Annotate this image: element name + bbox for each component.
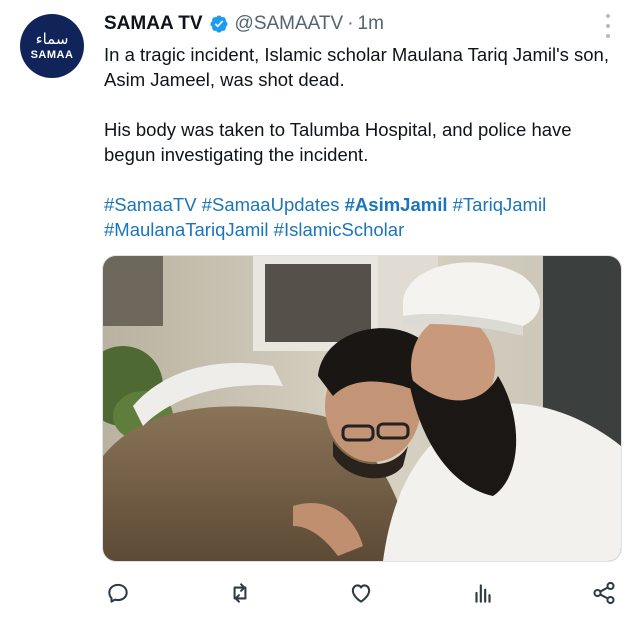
tweet-paragraph-2: His body was taken to Talumba Hospital, … — [104, 119, 572, 165]
hashtag-asimjamil[interactable]: #AsimJamil — [345, 194, 448, 215]
tweet-paragraph-1: In a tragic incident, Islamic scholar Ma… — [104, 44, 609, 90]
more-options-icon[interactable] — [600, 14, 616, 38]
like-icon — [351, 584, 371, 603]
handle[interactable]: @SAMAATV — [235, 13, 344, 35]
share-icon — [593, 581, 615, 605]
hashtag-tariqjamil[interactable]: #TariqJamil — [453, 194, 547, 215]
display-name[interactable]: SAMAA TV — [104, 13, 203, 35]
views-icon — [474, 584, 491, 603]
retweet-button[interactable] — [224, 577, 256, 609]
separator-dot: · — [347, 13, 354, 34]
share-button[interactable] — [588, 577, 620, 609]
avatar-label: SAMAA — [30, 49, 74, 61]
hashtag-maulanatariqjamil[interactable]: #MaulanaTariqJamil — [104, 219, 269, 240]
tweet-header: SAMAA TV @SAMAATV · 1m — [104, 10, 384, 38]
reply-button[interactable] — [102, 577, 134, 609]
verified-badge-icon — [209, 15, 228, 33]
hashtag-samaatv[interactable]: #SamaaTV — [104, 194, 197, 215]
retweet-icon — [233, 583, 246, 603]
hashtag-islamicscholar[interactable]: #IslamicScholar — [274, 219, 405, 240]
avatar-urdu-text: سماء — [35, 30, 69, 48]
views-button[interactable] — [467, 577, 499, 609]
hashtag-samaaupdates[interactable]: #SamaaUpdates — [202, 194, 340, 215]
photo-illustration — [103, 256, 621, 561]
like-button[interactable] — [345, 577, 377, 609]
reply-icon — [108, 583, 128, 603]
hashtag-list: #SamaaTV #SamaaUpdates #AsimJamil #Tariq… — [104, 192, 624, 242]
avatar[interactable]: سماء SAMAA — [20, 14, 84, 78]
tweet-actions — [102, 576, 620, 610]
tweet-photo[interactable] — [102, 255, 622, 562]
tweet-body: In a tragic incident, Islamic scholar Ma… — [104, 42, 624, 242]
timestamp[interactable]: 1m — [358, 13, 384, 35]
